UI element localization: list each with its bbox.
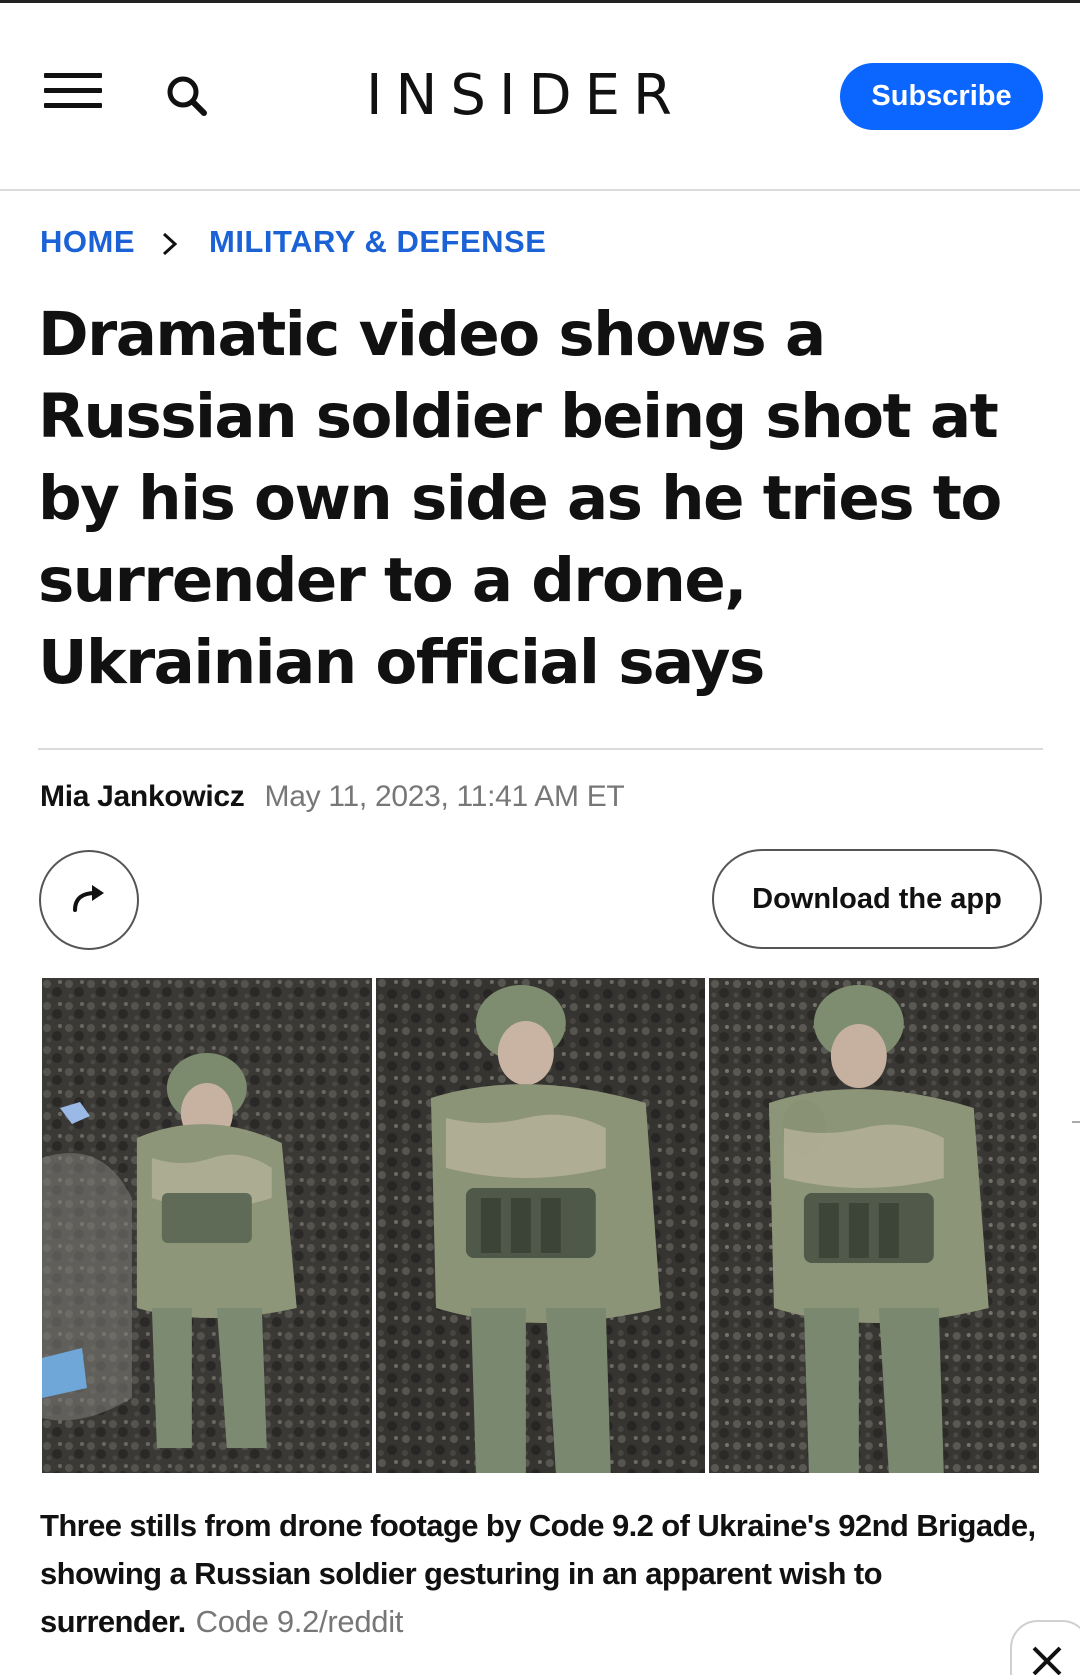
photo-still-1 xyxy=(42,978,372,1473)
breadcrumb-home-link[interactable]: HOME xyxy=(40,224,135,260)
hamburger-menu-icon[interactable] xyxy=(44,71,102,113)
site-header: INSIDER Subscribe xyxy=(0,3,1080,191)
photo-credit: Code 9.2/reddit xyxy=(195,1604,404,1639)
photo-caption: Three stills from drone footage by Code … xyxy=(40,1502,1040,1646)
byline: Mia Jankowicz May 11, 2023, 11:41 AM ET xyxy=(40,780,625,824)
download-app-button[interactable]: Download the app xyxy=(712,849,1042,949)
scroll-indicator xyxy=(1072,1121,1080,1123)
breadcrumb-section-link[interactable]: MILITARY & DEFENSE xyxy=(209,224,546,260)
caption-text: Three stills from drone footage by Code … xyxy=(40,1508,1036,1639)
publish-date: May 11, 2023, 11:41 AM ET xyxy=(264,780,625,813)
photo-still-2 xyxy=(375,978,706,1473)
share-button[interactable] xyxy=(39,850,139,950)
search-icon[interactable] xyxy=(164,73,212,121)
chevron-right-icon xyxy=(161,229,179,256)
article-title: Dramatic video shows a Russian soldier b… xyxy=(38,299,1002,698)
article-photo xyxy=(42,978,1040,1473)
close-ad-button[interactable] xyxy=(1010,1620,1080,1675)
author-name[interactable]: Mia Jankowicz xyxy=(40,780,245,814)
subscribe-button[interactable]: Subscribe xyxy=(840,63,1043,130)
photo-still-3 xyxy=(709,978,1040,1473)
divider xyxy=(38,748,1043,750)
breadcrumb: HOME MILITARY & DEFENSE xyxy=(40,222,546,262)
share-arrow-icon xyxy=(71,882,107,919)
site-logo[interactable]: INSIDER xyxy=(366,61,696,131)
